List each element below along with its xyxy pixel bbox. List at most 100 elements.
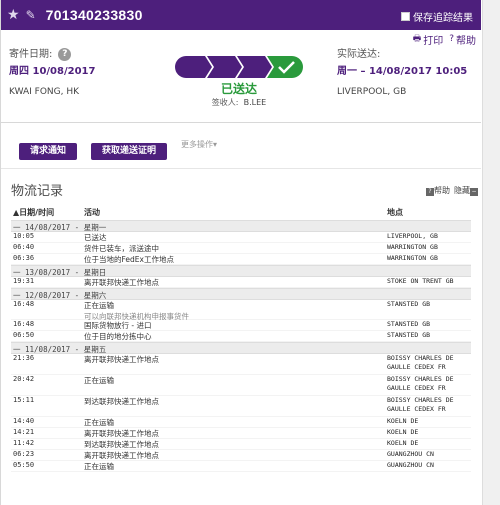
event-location: BOISSY CHARLES DE GAULLE CEDEX FR <box>387 396 454 413</box>
column-date[interactable]: ▲日期/时间 <box>13 207 54 218</box>
event-activity: 正在运输 <box>84 375 114 386</box>
event-location: STANSTED GB <box>387 331 431 339</box>
event-location: LIVERPOOL, GB <box>387 232 438 240</box>
event-activity: 离开联邦快递工作地点 <box>84 354 159 365</box>
ship-date-label: 寄件日期:? <box>9 45 72 61</box>
event-activity-text: 货件已装车，派送途中 <box>84 244 159 253</box>
day-group-header[interactable]: 一 13/08/2017 - 星期日 <box>11 265 471 277</box>
event-activity-text: 正在运输 <box>84 376 114 385</box>
table-row: 14:40 正在运输 KOELN DE <box>11 417 471 428</box>
save-checkbox[interactable] <box>401 12 410 21</box>
print-link[interactable]: 🖶 打印 <box>413 31 444 47</box>
save-tracking-toggle[interactable]: 保存追踪结果 <box>401 9 473 24</box>
table-row: 06:36 位于当地的FedEx工作地点 WARRINGTON GB <box>11 254 471 265</box>
table-row: 15:11 到达联邦快递工作地点 BOISSY CHARLES DE GAULLE C… <box>11 396 471 417</box>
collapse-icon: − <box>470 188 478 196</box>
help-icon: ? <box>426 188 434 196</box>
history-hide-link[interactable]: 隐藏− <box>454 185 478 196</box>
event-time: 14:40 <box>13 417 35 425</box>
help-link[interactable]: ? 帮助 <box>449 31 476 47</box>
event-activity: 货件已装车，派送途中 <box>84 243 159 254</box>
event-activity: 离开联邦快递工作地点 <box>84 450 159 461</box>
event-location: WARRINGTON GB <box>387 254 438 262</box>
table-row: 10:05 已送达 LIVERPOOL, GB <box>11 232 471 243</box>
event-location: GUANGZHOU CN <box>387 450 434 458</box>
history-table-header: ▲日期/时间 活动 地点 <box>11 207 471 219</box>
table-row: 11:42 到达联邦快递工作地点 KOELN DE <box>11 439 471 450</box>
event-location: GUANGZHOU CN <box>387 461 434 469</box>
printer-icon: 🖶 <box>412 34 422 44</box>
history-title: 物流记录 <box>11 184 64 199</box>
pencil-icon[interactable]: ✎ <box>26 8 36 22</box>
event-activity: 位于当地的FedEx工作地点 <box>84 254 174 265</box>
origin-city: KWAI FONG, HK <box>9 87 80 97</box>
history-tools: ? 帮助 隐藏− <box>426 185 478 196</box>
divider <box>1 168 481 169</box>
event-activity-text: 离开联邦快递工作地点 <box>84 278 159 287</box>
table-row: 16:48 国际货物放行 - 进口 STANSTED GB <box>11 320 471 331</box>
event-time: 11:42 <box>13 439 35 447</box>
tracking-number: 701340233830 <box>45 7 143 23</box>
event-time: 06:40 <box>13 243 35 251</box>
event-location: STOKE ON TRENT GB <box>387 277 454 285</box>
delivered-label: 实际送达: <box>337 49 381 60</box>
event-activity-text: 已送达 <box>84 233 107 242</box>
event-time: 05:50 <box>13 461 35 469</box>
event-location: KOELN DE <box>387 439 419 447</box>
help-icon: ? <box>449 34 454 44</box>
event-activity-text: 离开联邦快递工作地点 <box>84 429 159 438</box>
event-location: STANSTED GB <box>387 300 431 308</box>
table-row: 21:36 离开联邦快递工作地点 BOISSY CHARLES DE GAULLE C… <box>11 354 471 375</box>
event-time: 10:05 <box>13 232 35 240</box>
delivery-status: 已送达 <box>220 82 257 96</box>
event-location: STANSTED GB <box>387 320 431 328</box>
tracking-header-bar: ★ ✎ 701340233830 保存追踪结果 <box>1 0 481 30</box>
star-icon[interactable]: ★ <box>7 7 20 23</box>
delivery-progress <box>175 56 303 78</box>
event-activity-text: 到达联邦快递工作地点 <box>84 397 159 406</box>
event-time: 15:11 <box>13 396 35 404</box>
event-activity-text: 位于目的地分拣中心 <box>84 332 152 341</box>
event-activity: 已送达 <box>84 232 107 243</box>
event-activity: 离开联邦快递工作地点 <box>84 277 159 288</box>
event-activity-text: 国际货物放行 - 进口 <box>84 321 152 330</box>
event-activity-text: 正在运输 <box>84 301 114 310</box>
event-activity-text: 正在运输 <box>84 462 114 471</box>
tracking-page: ★ ✎ 701340233830 保存追踪结果 🖶 打印 ? 帮助 寄件日期:? 周… <box>0 0 500 505</box>
table-row: 16:48 正在运输 可以向联邦快递机构申报事货件 STANSTED GB <box>11 300 471 322</box>
event-location: WARRINGTON GB <box>387 243 438 251</box>
event-activity: 到达联邦快递工作地点 <box>84 396 159 407</box>
column-activity: 活动 <box>84 208 100 217</box>
delivered-date: 周一 – 14/08/2017 10:05 <box>337 66 468 77</box>
event-time: 20:42 <box>13 375 35 383</box>
event-time: 06:50 <box>13 331 35 339</box>
more-actions-menu[interactable]: 更多操作▾ <box>181 139 217 150</box>
event-activity: 国际货物放行 - 进口 <box>84 320 151 331</box>
event-time: 16:48 <box>13 320 35 328</box>
event-location: KOELN DE <box>387 428 419 436</box>
event-activity: 位于目的地分拣中心 <box>84 331 152 342</box>
event-activity: 离开联邦快递工作地点 <box>84 428 159 439</box>
event-time: 19:31 <box>13 277 35 285</box>
column-location: 地点 <box>387 208 403 217</box>
page-links: 🖶 打印 ? 帮助 <box>413 31 476 47</box>
table-row: 14:21 离开联邦快递工作地点 KOELN DE <box>11 428 471 439</box>
event-location: KOELN DE <box>387 417 419 425</box>
ship-date: 周四 10/08/2017 <box>9 66 96 77</box>
event-location: BOISSY CHARLES DE GAULLE CEDEX FR <box>387 375 454 392</box>
day-group-header[interactable]: 一 12/08/2017 - 星期六 <box>11 288 471 300</box>
request-notification-button[interactable]: 请求通知 <box>19 143 77 160</box>
event-activity: 正在运输 <box>84 417 114 428</box>
event-activity: 正在运输 可以向联邦快递机构申报事货件 <box>84 300 189 322</box>
table-row: 06:50 位于目的地分拣中心 STANSTED GB <box>11 331 471 342</box>
vertical-scrollbar[interactable] <box>482 0 500 505</box>
event-activity-text: 离开联邦快递工作地点 <box>84 451 159 460</box>
event-activity: 正在运输 <box>84 461 114 472</box>
day-group-header[interactable]: 一 11/08/2017 - 星期五 <box>11 342 471 354</box>
question-icon[interactable]: ? <box>58 47 72 61</box>
proof-of-delivery-button[interactable]: 获取递送证明 <box>91 143 167 160</box>
history-help-link[interactable]: ? 帮助 <box>426 185 450 196</box>
event-activity-text: 正在运输 <box>84 418 114 427</box>
day-group-header[interactable]: 一 14/08/2017 - 星期一 <box>11 220 471 232</box>
event-time: 06:36 <box>13 254 35 262</box>
